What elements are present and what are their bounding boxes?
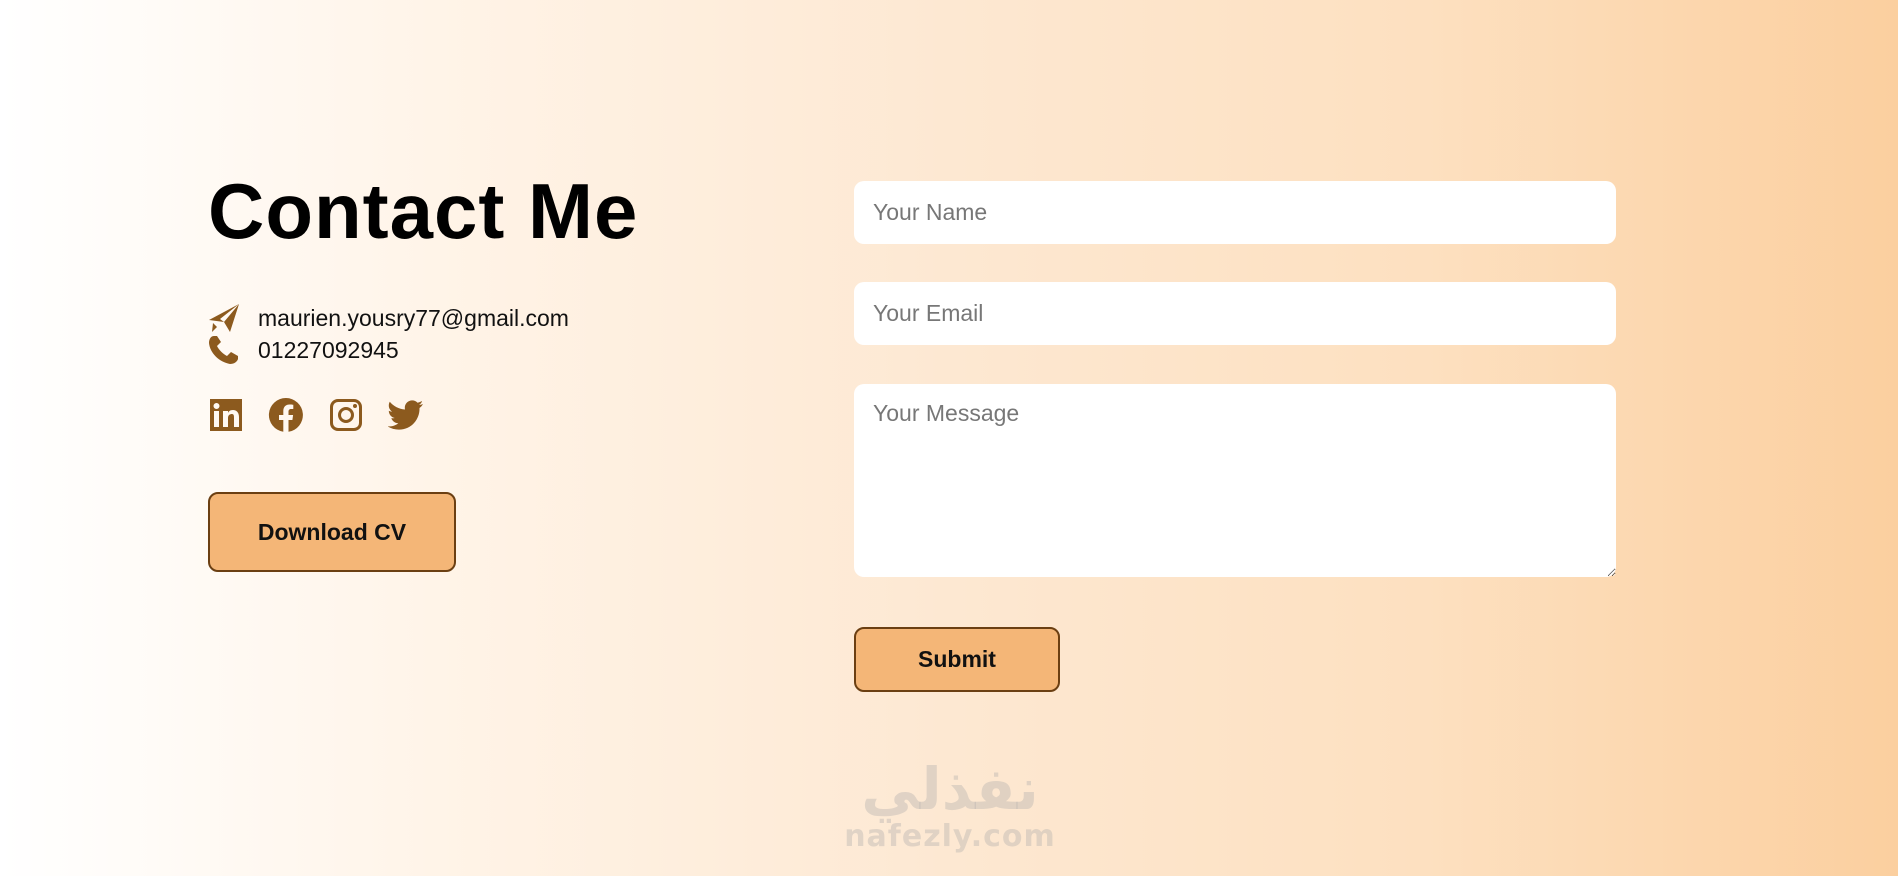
page-title: Contact Me	[208, 167, 639, 255]
contact-details: maurien.yousry77@gmail.com 01227092945	[208, 302, 768, 366]
name-input[interactable]	[854, 181, 1616, 244]
facebook-icon[interactable]	[268, 396, 304, 434]
phone-icon	[208, 335, 242, 365]
instagram-icon[interactable]	[328, 396, 364, 434]
twitter-icon[interactable]	[388, 396, 424, 434]
paper-plane-icon	[208, 303, 242, 333]
contact-form: Submit	[854, 181, 1616, 692]
phone-row: 01227092945	[208, 334, 768, 366]
contact-info-section: Contact Me maurien.yousry77@gmail.com 01…	[208, 172, 768, 572]
message-textarea[interactable]	[854, 384, 1616, 577]
watermark-logo: نفذلي nafezly.com	[840, 760, 1060, 852]
email-row: maurien.yousry77@gmail.com	[208, 302, 768, 334]
social-links	[208, 396, 768, 434]
watermark-arabic: نفذلي	[861, 755, 1039, 823]
download-cv-button[interactable]: Download CV	[208, 492, 456, 572]
submit-button[interactable]: Submit	[854, 627, 1060, 692]
phone-text: 01227092945	[258, 336, 399, 363]
watermark-latin: nafezly.com	[844, 819, 1056, 854]
linkedin-icon[interactable]	[208, 396, 244, 434]
email-input[interactable]	[854, 282, 1616, 345]
email-text: maurien.yousry77@gmail.com	[258, 304, 569, 331]
